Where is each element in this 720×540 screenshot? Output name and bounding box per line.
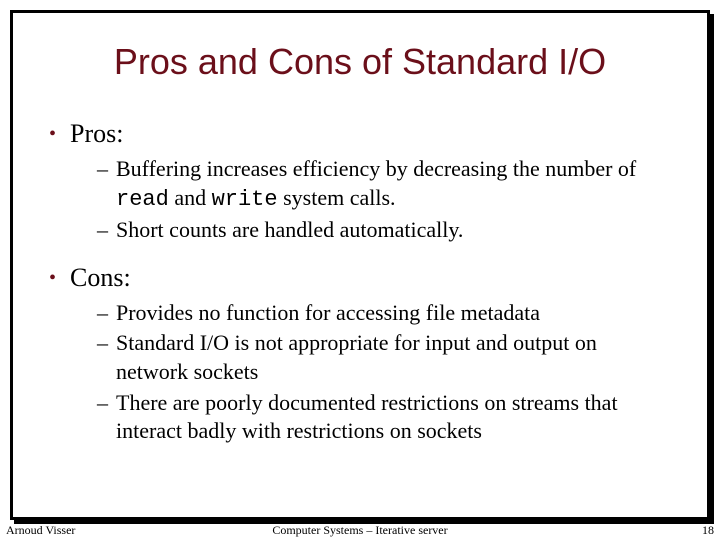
slide-frame: Pros and Cons of Standard I/O • Pros: – …	[10, 10, 710, 520]
dash-icon: –	[97, 216, 108, 245]
footer: Arnoud Visser Computer Systems – Iterati…	[0, 520, 720, 540]
cons-item-3: There are poorly documented restrictions…	[116, 389, 671, 446]
pros-heading: • Pros:	[49, 119, 671, 149]
cons-item-2: Standard I/O is not appropriate for inpu…	[116, 329, 671, 386]
pros-label: Pros:	[70, 119, 123, 149]
footer-title: Computer Systems – Iterative server	[0, 523, 720, 538]
bullet-icon: •	[49, 119, 56, 149]
pros-item-2: Short counts are handled automatically.	[116, 216, 671, 245]
list-item: – There are poorly documented restrictio…	[97, 389, 671, 446]
dash-icon: –	[97, 389, 108, 418]
cons-heading: • Cons:	[49, 263, 671, 293]
list-item: – Buffering increases efficiency by decr…	[97, 155, 671, 214]
dash-icon: –	[97, 299, 108, 328]
cons-item-1: Provides no function for accessing file …	[116, 299, 671, 328]
list-item: – Provides no function for accessing fil…	[97, 299, 671, 328]
pros-list: – Buffering increases efficiency by decr…	[97, 155, 671, 245]
list-item: – Standard I/O is not appropriate for in…	[97, 329, 671, 386]
dash-icon: –	[97, 329, 108, 358]
cons-label: Cons:	[70, 263, 131, 293]
dash-icon: –	[97, 155, 108, 184]
bullet-icon: •	[49, 263, 56, 293]
list-item: – Short counts are handled automatically…	[97, 216, 671, 245]
cons-list: – Provides no function for accessing fil…	[97, 299, 671, 446]
page-number: 18	[702, 523, 714, 538]
slide-title: Pros and Cons of Standard I/O	[49, 41, 671, 83]
pros-item-1: Buffering increases efficiency by decrea…	[116, 155, 671, 214]
